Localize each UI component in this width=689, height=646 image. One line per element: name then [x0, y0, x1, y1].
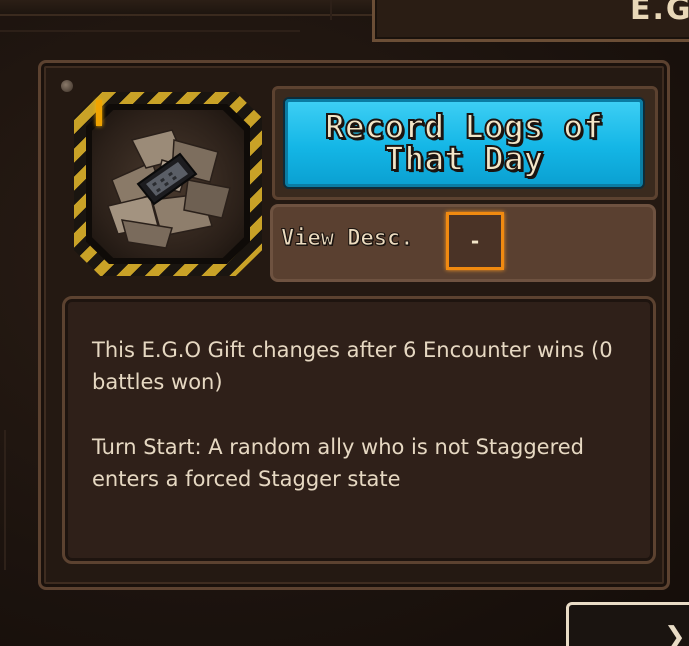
gift-title-button[interactable]: Record Logs of That Day — [283, 97, 645, 189]
header-tab-text: E.G — [630, 0, 689, 27]
side-decor — [4, 430, 30, 570]
view-desc-toggle-value: - — [470, 229, 480, 253]
tier-indicator — [96, 100, 102, 126]
description-text: This E.G.O Gift changes after 6 Encounte… — [92, 334, 632, 528]
chevron-icon: ❯ — [664, 622, 686, 646]
crumpled-papers-and-phone-icon — [107, 129, 231, 249]
gift-title: Record Logs of That Day — [324, 107, 604, 178]
decor-line — [330, 0, 332, 20]
decor-line — [0, 30, 300, 32]
view-desc-label: View Desc. — [280, 226, 414, 252]
ego-gift-screen: E.G Record Logs of That Day View Desc. -… — [0, 0, 689, 646]
screw-icon — [61, 80, 73, 92]
description-line-2: Turn Start: A random ally who is not Sta… — [92, 435, 585, 491]
description-line-1: This E.G.O Gift changes after 6 Encounte… — [92, 338, 613, 394]
view-desc-toggle[interactable]: - — [446, 212, 504, 270]
